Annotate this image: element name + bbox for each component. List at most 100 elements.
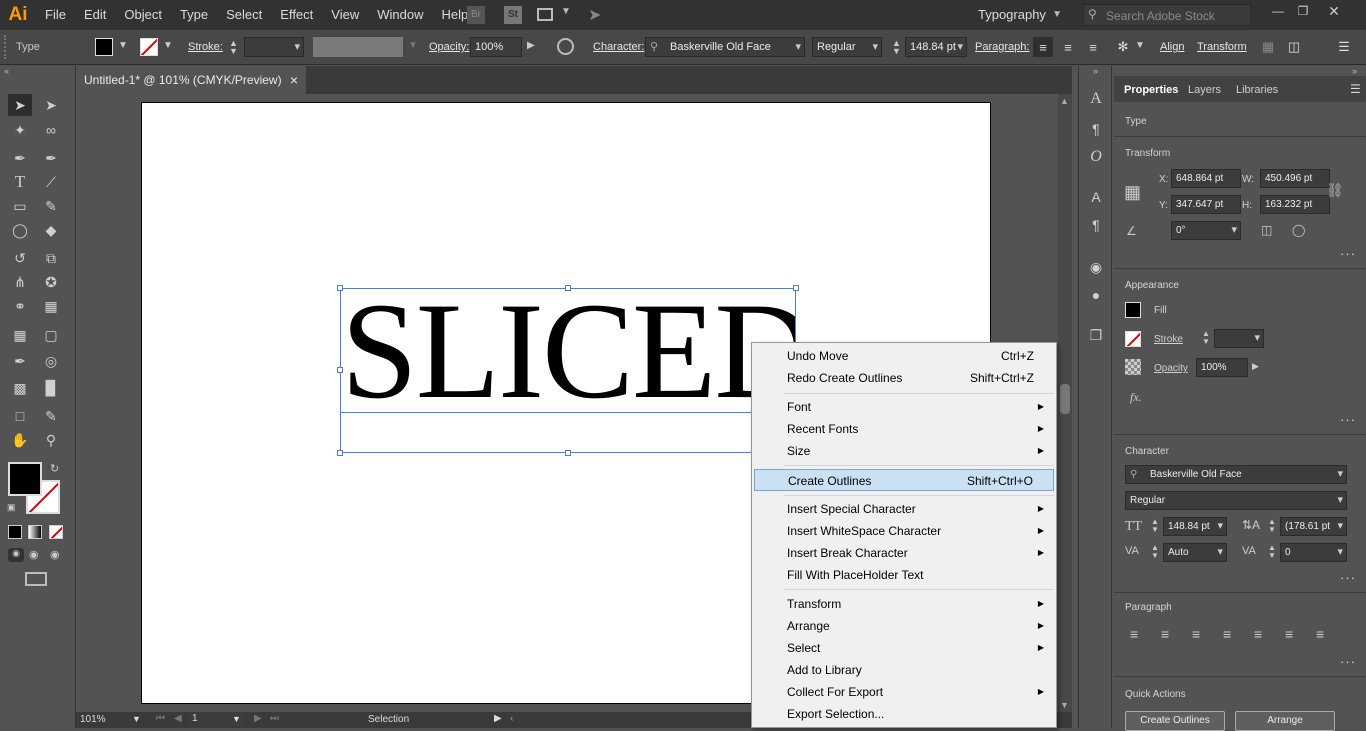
font-family-field[interactable]: ⚲ Baskerville Old Face — [645, 37, 805, 57]
stock-search-input[interactable]: ⚲ Search Adobe Stock — [1083, 4, 1251, 26]
recolor-artwork-icon[interactable] — [557, 38, 574, 55]
artboards-panel-icon[interactable]: ❐ — [1084, 324, 1108, 346]
menu-object[interactable]: Object — [115, 0, 171, 30]
default-fill-stroke-icon[interactable]: ▣ — [7, 502, 16, 513]
chevron-down-icon[interactable]: ▼ — [132, 714, 141, 724]
opacity-field[interactable]: 100% — [1196, 358, 1248, 377]
paintbrush-tool-icon[interactable]: ✎ — [39, 195, 63, 217]
appearance-panel-icon[interactable]: ◉ — [1084, 256, 1108, 278]
pen-tool-icon[interactable]: ✒ — [8, 147, 32, 169]
arrange-button[interactable]: Arrange — [1235, 711, 1335, 731]
menu-view[interactable]: View — [322, 0, 368, 30]
kerning-field[interactable]: Auto — [1163, 543, 1227, 562]
menu-select[interactable]: Select — [217, 0, 271, 30]
collapse-icon[interactable]: « — [4, 66, 9, 76]
stock-button[interactable]: St — [504, 6, 522, 24]
font-style-field[interactable]: Regular — [1125, 491, 1347, 510]
close-button[interactable]: ✕ — [1324, 3, 1344, 19]
lasso-tool-icon[interactable]: ∞ — [39, 119, 63, 141]
menu-item-fill-with-placeholder-text[interactable]: Fill With PlaceHolder Text — [754, 564, 1054, 586]
scroll-left-icon[interactable]: ‹ — [510, 713, 513, 724]
font-family-field[interactable]: ⚲ Baskerville Old Face — [1125, 465, 1347, 484]
draw-inside-icon[interactable]: ◉ — [50, 548, 60, 561]
align-right-icon[interactable]: ≡ — [1083, 37, 1103, 57]
zoom-tool-icon[interactable]: ⚲ — [39, 429, 63, 451]
menu-item-redo-create-outlines[interactable]: Redo Create Outlines Shift+Ctrl+Z — [754, 367, 1054, 389]
restore-button[interactable]: ❐ — [1293, 4, 1313, 20]
scroll-up-icon[interactable]: ▲ — [1060, 96, 1069, 106]
rotation-field[interactable]: 0° — [1171, 221, 1241, 240]
graphic-styles-icon[interactable]: ● — [1084, 284, 1108, 306]
menu-item-recent-fonts[interactable]: Recent Fonts ▶ — [754, 418, 1054, 440]
font-size-stepper[interactable]: ▲ ▼ — [1151, 518, 1159, 534]
chevron-right-icon[interactable]: ▶ — [1252, 361, 1259, 372]
puppet-warp-tool-icon[interactable]: ✪ — [39, 271, 63, 293]
stroke-stepper[interactable]: ▲ ▼ — [229, 39, 238, 56]
leading-stepper[interactable]: ▲ ▼ — [1268, 518, 1276, 534]
rectangle-tool-icon[interactable]: ▭ — [8, 195, 32, 217]
align-center-icon[interactable]: ≡ — [1058, 37, 1078, 57]
selection-tool-icon[interactable]: ➤ — [8, 94, 32, 116]
kerning-stepper[interactable]: ▲ ▼ — [1151, 544, 1159, 560]
menu-item-insert-break-character[interactable]: Insert Break Character ▶ — [754, 542, 1054, 564]
menu-type[interactable]: Type — [171, 0, 217, 30]
menu-window[interactable]: Window — [368, 0, 432, 30]
first-artboard-icon[interactable]: ⏮ — [156, 713, 165, 724]
resize-handle-top-right[interactable] — [793, 285, 799, 291]
resize-handle-bottom[interactable] — [565, 450, 571, 456]
screen-mode-icon[interactable] — [25, 572, 47, 586]
perspective-grid-tool-icon[interactable]: ▦ — [39, 295, 63, 317]
swap-fill-stroke-icon[interactable]: ↻ — [50, 462, 59, 475]
fill-swatch[interactable] — [95, 38, 113, 56]
menu-item-collect-for-export[interactable]: Collect For Export ▶ — [754, 681, 1054, 703]
menu-item-arrange[interactable]: Arrange ▶ — [754, 615, 1054, 637]
h-field[interactable]: 163.232 pt — [1260, 195, 1330, 214]
character-styles-icon[interactable]: ✻ — [1113, 37, 1133, 57]
isolation-icon[interactable]: ▦ — [1258, 37, 1278, 57]
resize-handle-left[interactable] — [337, 367, 343, 373]
blend-tool-icon[interactable]: ◎ — [39, 350, 63, 372]
chevron-down-icon[interactable]: ▼ — [163, 40, 173, 51]
stroke-swatch[interactable] — [1125, 331, 1141, 347]
menu-item-select[interactable]: Select ▶ — [754, 637, 1054, 659]
collapse-icon[interactable]: » — [1352, 66, 1357, 76]
status-menu-icon[interactable]: ▶ — [494, 713, 502, 724]
gpu-performance-icon[interactable]: ➤ — [588, 5, 601, 25]
mesh-tool-icon[interactable]: ▦ — [8, 324, 32, 346]
font-size-stepper[interactable]: ▲ ▼ — [892, 39, 901, 56]
menu-item-create-outlines[interactable]: Create Outlines Shift+Ctrl+O — [754, 469, 1054, 491]
menu-item-transform[interactable]: Transform ▶ — [754, 593, 1054, 615]
align-center-icon[interactable]: ≡ — [1161, 626, 1169, 642]
leading-field[interactable]: (178.61 pt — [1280, 517, 1347, 536]
menu-item-export-selection[interactable]: Export Selection... — [754, 703, 1054, 725]
next-artboard-icon[interactable]: ▶ — [254, 713, 262, 724]
menu-item-insert-whitespace-character[interactable]: Insert WhiteSpace Character ▶ — [754, 520, 1054, 542]
more-options-icon[interactable]: ··· — [1340, 570, 1356, 585]
paragraph-styles-icon[interactable]: ¶ — [1084, 214, 1108, 236]
stroke-swatch[interactable] — [140, 38, 158, 56]
draw-behind-icon[interactable]: ◉ — [29, 548, 39, 561]
font-size-field[interactable]: 148.84 pt — [1163, 517, 1227, 536]
chevron-down-icon[interactable]: ▼ — [232, 714, 241, 724]
tab-layers[interactable]: Layers — [1188, 84, 1221, 96]
stroke-label[interactable]: Stroke — [1154, 334, 1183, 345]
stroke-weight-field[interactable] — [1214, 329, 1264, 348]
menu-file[interactable]: File — [36, 0, 75, 30]
fx-button[interactable]: fx. — [1130, 390, 1142, 405]
distribute-icon[interactable]: ◫ — [1284, 37, 1304, 57]
slice-tool-icon[interactable]: ✎ — [39, 405, 63, 427]
scroll-thumb[interactable] — [1060, 384, 1070, 414]
constrain-proportions-icon[interactable]: ⛓ — [1326, 182, 1344, 199]
chevron-down-icon[interactable]: ▼ — [1135, 40, 1145, 51]
more-options-icon[interactable]: ··· — [1340, 246, 1356, 261]
menu-edit[interactable]: Edit — [75, 0, 115, 30]
bridge-button[interactable]: Br — [467, 6, 485, 24]
fill-swatch[interactable] — [1125, 302, 1141, 318]
tracking-stepper[interactable]: ▲ ▼ — [1268, 544, 1276, 560]
menu-item-add-to-library[interactable]: Add to Library — [754, 659, 1054, 681]
more-options-icon[interactable]: ··· — [1340, 412, 1356, 427]
direct-selection-tool-icon[interactable]: ➤ — [39, 94, 63, 116]
eraser-tool-icon[interactable]: ◆ — [39, 219, 63, 241]
tab-libraries[interactable]: Libraries — [1236, 84, 1278, 96]
minimize-button[interactable]: — — [1268, 4, 1288, 20]
